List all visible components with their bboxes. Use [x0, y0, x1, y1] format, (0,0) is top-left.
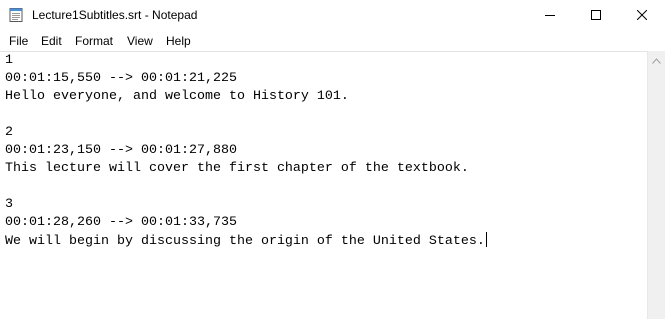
title-bar[interactable]: Lecture1Subtitles.srt - Notepad [0, 0, 665, 31]
menu-edit[interactable]: Edit [40, 33, 63, 49]
text-line-last: We will begin by discussing the origin o… [5, 232, 487, 251]
menu-file[interactable]: File [8, 33, 29, 49]
window-title: Lecture1Subtitles.srt - Notepad [32, 8, 198, 22]
scroll-up-button[interactable] [648, 51, 665, 68]
text-line: 00:01:28,260 --> 00:01:33,735 [5, 215, 237, 230]
minimize-icon [545, 7, 555, 25]
text-caret [485, 232, 487, 247]
text-line: 00:01:23,150 --> 00:01:27,880 [5, 143, 237, 158]
text-line-content: We will begin by discussing the origin o… [5, 234, 485, 249]
maximize-icon [591, 7, 601, 25]
text-line: This lecture will cover the first chapte… [5, 161, 469, 176]
notepad-window: Lecture1Subtitles.srt - Notepad File Edi… [0, 0, 665, 319]
close-button[interactable] [619, 0, 665, 31]
close-icon [636, 7, 648, 25]
notepad-icon [8, 7, 24, 23]
vertical-scrollbar[interactable] [647, 51, 665, 319]
text-line: 3 [5, 197, 13, 212]
menu-help[interactable]: Help [165, 33, 192, 49]
text-line: 1 [5, 53, 13, 68]
maximize-button[interactable] [573, 0, 619, 31]
text-editor[interactable]: 1 00:01:15,550 --> 00:01:21,225 Hello ev… [0, 51, 647, 319]
menu-format[interactable]: Format [74, 33, 114, 49]
chevron-up-icon [652, 51, 661, 69]
text-line: Hello everyone, and welcome to History 1… [5, 89, 349, 104]
minimize-button[interactable] [527, 0, 573, 31]
text-line: 00:01:15,550 --> 00:01:21,225 [5, 71, 237, 86]
menu-view[interactable]: View [126, 33, 154, 49]
text-line: 2 [5, 125, 13, 140]
menu-bar: File Edit Format View Help [0, 31, 665, 51]
